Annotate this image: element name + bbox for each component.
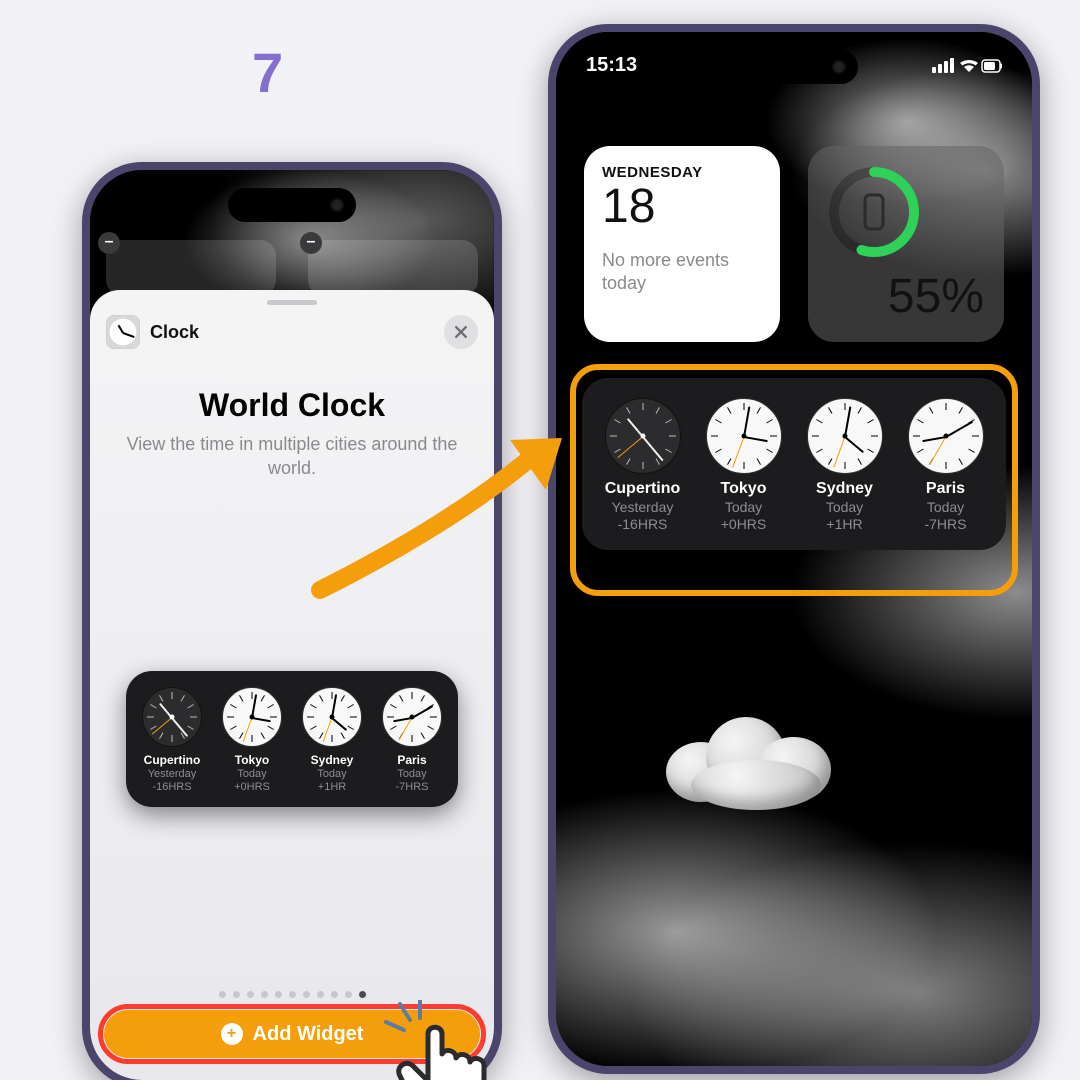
world-clock-city: SydneyToday+1HR (302, 687, 362, 793)
calendar-widget[interactable]: WEDNESDAY 18 No more events today (584, 146, 780, 342)
city-day: Yesterday (612, 499, 674, 515)
world-clock-city: ParisToday-7HRS (382, 687, 442, 793)
dynamic-island (228, 188, 356, 222)
world-clock-widget-preview[interactable]: CupertinoYesterday-16HRSTokyoToday+0HRSS… (126, 671, 458, 807)
city-day: Today (237, 768, 266, 780)
calendar-widget-blurred: – (106, 240, 276, 296)
world-clock-city: TokyoToday+0HRS (706, 398, 782, 532)
world-clock-widget[interactable]: CupertinoYesterday-16HRSTokyoToday+0HRSS… (582, 378, 1006, 550)
battery-ring (826, 164, 922, 260)
battery-widget-blurred: – (308, 240, 478, 296)
calendar-day-of-week: WEDNESDAY (602, 164, 762, 181)
city-name: Sydney (311, 753, 354, 767)
status-time: 15:13 (586, 54, 637, 77)
city-day: Today (826, 499, 863, 515)
step-number: 7 (252, 40, 283, 105)
status-icons (932, 54, 1002, 77)
city-offset: -7HRS (395, 781, 428, 793)
city-name: Tokyo (721, 480, 767, 498)
city-day: Today (397, 768, 426, 780)
city-offset: -16HRS (152, 781, 191, 793)
city-day: Today (725, 499, 762, 515)
world-clock-city: CupertinoYesterday-16HRS (605, 398, 681, 532)
calendar-date: 18 (602, 183, 762, 231)
city-offset: -7HRS (924, 516, 966, 532)
city-offset: +0HRS (234, 781, 270, 793)
close-icon (453, 324, 469, 340)
phone-icon (863, 193, 885, 231)
widget-description: View the time in multiple cities around … (120, 432, 464, 481)
city-offset: +1HR (826, 516, 862, 532)
world-clock-city: ParisToday-7HRS (908, 398, 984, 532)
remove-widget-badge-icon[interactable]: – (300, 232, 322, 254)
calendar-note: No more events today (602, 249, 742, 294)
city-offset: +1HR (318, 781, 346, 793)
right-phone-frame: 15:13 WEDNESDAY 18 (548, 24, 1040, 1074)
world-clock-city: CupertinoYesterday-16HRS (142, 687, 202, 793)
left-phone-frame: – – Clock World Clock View the time in m… (82, 162, 502, 1080)
cloud-graphic (666, 712, 836, 812)
world-clock-city: SydneyToday+1HR (807, 398, 883, 532)
page-indicator[interactable] (90, 991, 494, 998)
battery-widget[interactable]: 55% (808, 146, 1004, 342)
plus-circle-icon: + (221, 1023, 243, 1045)
city-name: Cupertino (605, 480, 681, 498)
city-name: Paris (926, 480, 965, 498)
sheet-grabber[interactable] (267, 300, 317, 305)
city-name: Cupertino (144, 753, 201, 767)
city-name: Paris (397, 753, 426, 767)
world-clock-city: TokyoToday+0HRS (222, 687, 282, 793)
city-name: Tokyo (235, 753, 269, 767)
close-button[interactable] (444, 315, 478, 349)
dynamic-island (730, 50, 858, 84)
add-widget-label: Add Widget (253, 1023, 364, 1046)
city-day: Today (317, 768, 346, 780)
city-offset: +0HRS (721, 516, 767, 532)
add-widget-button[interactable]: + Add Widget (104, 1010, 480, 1058)
widget-picker-sheet: Clock World Clock View the time in multi… (90, 290, 494, 1080)
remove-widget-badge-icon[interactable]: – (98, 232, 120, 254)
clock-app-icon (106, 315, 140, 349)
widget-app-label: Clock (150, 322, 199, 343)
widget-title: World Clock (90, 387, 494, 424)
city-offset: -16HRS (618, 516, 668, 532)
city-day: Yesterday (148, 768, 197, 780)
city-name: Sydney (816, 480, 873, 498)
city-day: Today (927, 499, 964, 515)
battery-percent: 55% (888, 269, 984, 324)
